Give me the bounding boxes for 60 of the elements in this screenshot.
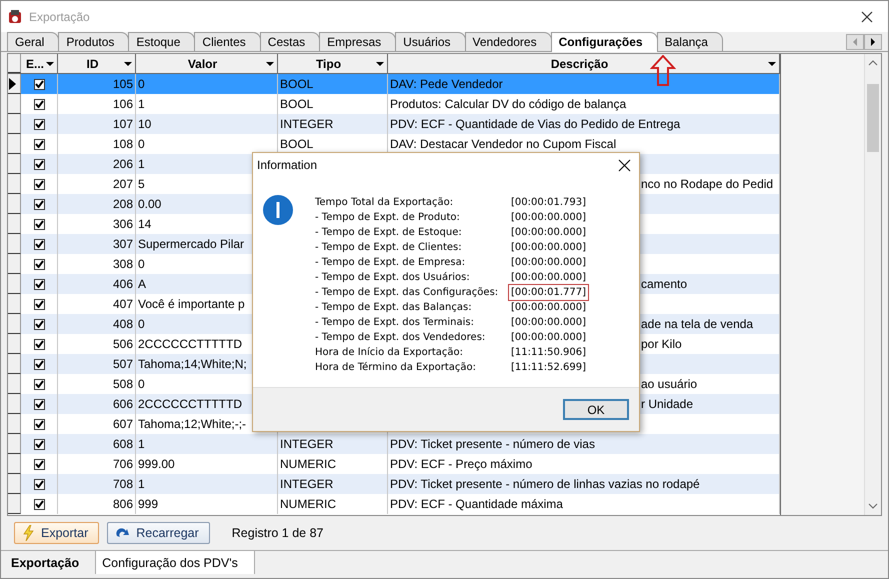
message-label: - Tempo de Expt. de Clientes: <box>315 241 463 255</box>
table-cell: 408 <box>58 314 136 334</box>
table-cell: camento <box>641 277 688 291</box>
table-cell: DAV: Pede Vendedor <box>390 77 503 91</box>
table-cell: r Unidade <box>641 397 694 411</box>
table-cell: 107 <box>58 114 136 134</box>
message-label: - Tempo de Expt. das Configurações: <box>315 286 500 300</box>
message-value: [00:00:00.000] <box>510 256 587 270</box>
table-cell: 307 <box>58 234 136 254</box>
message-value: [00:00:00.000] <box>510 331 587 345</box>
table-cell: INTEGER <box>278 474 388 494</box>
table-cell: 708 <box>58 474 136 494</box>
table-cell: NUMERIC <box>278 494 388 514</box>
message-value: [00:00:01.777] <box>509 285 588 300</box>
record-count: Registro 1 de 87 <box>232 524 324 542</box>
message-label: Tempo Total da Exportação: <box>315 196 454 210</box>
message-value: [00:00:00.000] <box>510 301 587 315</box>
message-label: - Tempo de Expt. de Produto: <box>315 211 461 225</box>
message-value: [00:00:00.000] <box>510 271 587 285</box>
table-cell: Produtos: Calcular DV do código de balança <box>390 97 626 111</box>
table-cell: INTEGER <box>278 434 388 454</box>
message-label: - Tempo de Expt. de Estoque: <box>315 226 463 240</box>
table-cell: PDV: ECF - Quantidade de Vias do Pedido de Entrega <box>390 117 680 131</box>
table-cell: 105 <box>58 74 136 94</box>
message-value: [00:00:01.793] <box>510 196 587 210</box>
table-cell: 507 <box>58 354 136 374</box>
table-cell: 206 <box>58 154 136 174</box>
table-cell: 406 <box>58 274 136 294</box>
table-cell: PDV: ECF - Quantidade máxima <box>390 497 563 511</box>
table-cell: ao usuário <box>641 377 698 391</box>
table-cell: BOOL <box>278 74 388 94</box>
message-value: [00:00:00.000] <box>510 226 587 240</box>
table-cell: PDV: Ticket presente - número de vias <box>390 437 595 451</box>
message-value: [00:00:00.000] <box>510 211 587 225</box>
window-title: Exportação <box>29 8 90 26</box>
message-value: [11:11:52.699] <box>510 361 587 375</box>
table-cell: 806 <box>58 494 136 514</box>
table-cell: PDV: Ticket presente - número de linhas vazias no rodapé <box>390 477 700 491</box>
message-label: - Tempo de Expt. das Balanças: <box>315 301 473 315</box>
message-value: [00:00:00.000] <box>510 241 587 255</box>
message-label: - Tempo de Expt. dos Terminais: <box>315 316 475 330</box>
message-label: - Tempo de Expt. de Empresa: <box>315 256 466 270</box>
table-cell: ade na tela de venda <box>641 317 754 331</box>
table-cell: PDV: ECF - Preço máximo <box>390 457 532 471</box>
table-cell: 208 <box>58 194 136 214</box>
table-cell: por Kilo <box>641 337 682 351</box>
table-cell: 10 <box>136 114 278 134</box>
table-cell: 608 <box>58 434 136 454</box>
table-cell: 606 <box>58 394 136 414</box>
table-cell: INTEGER <box>278 114 388 134</box>
table-cell: 0 <box>136 74 278 94</box>
table-cell: 1 <box>136 434 278 454</box>
message-label: - Tempo de Expt. dos Usuários: <box>315 271 471 285</box>
table-cell: nco no Rodape do Pedid <box>641 177 774 191</box>
table-cell: 1 <box>136 474 278 494</box>
message-label: Hora de Término da Exportação: <box>315 361 478 375</box>
message-value: [00:00:00.000] <box>510 316 587 330</box>
table-cell: DAV: Destacar Vendedor no Cupom Fiscal <box>390 137 616 151</box>
table-cell: 999 <box>136 494 278 514</box>
message-label: - Tempo de Expt. dos Vendedores: <box>315 331 486 345</box>
